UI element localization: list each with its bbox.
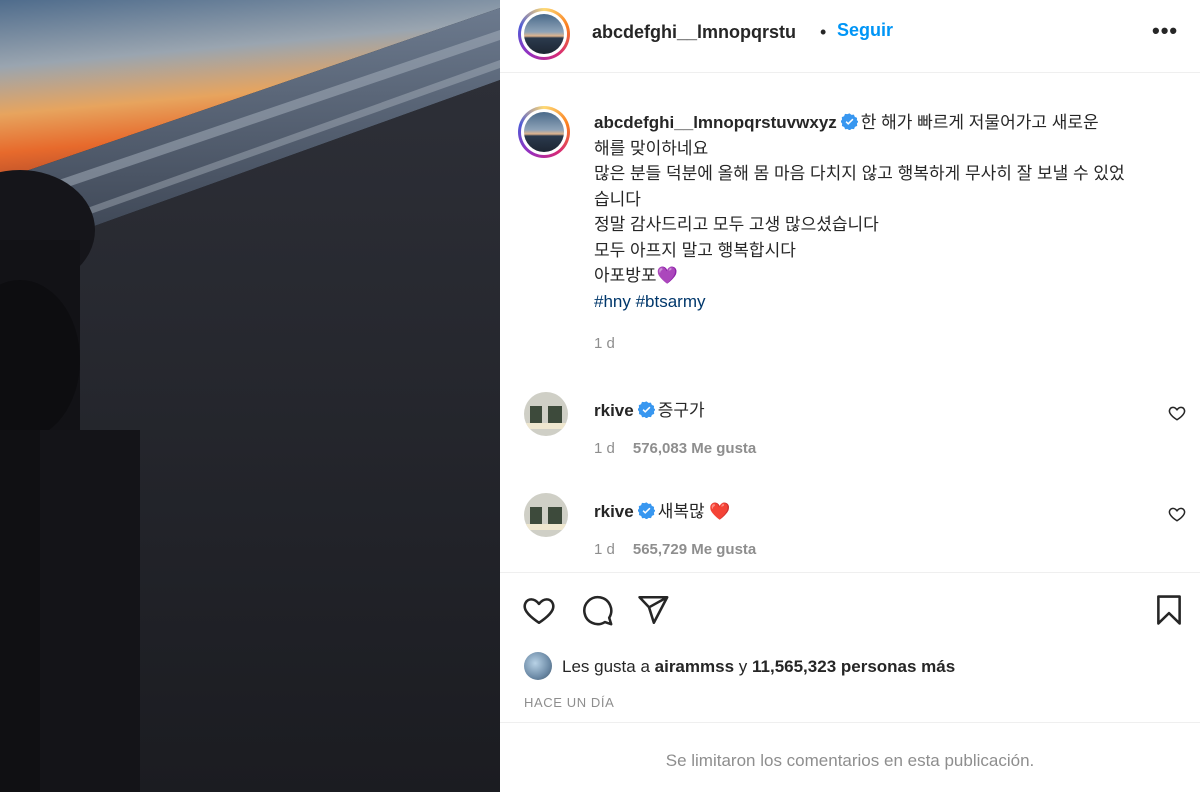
likes-prefix: Les gusta a [562, 657, 650, 676]
caption-line: 아포방포💜 [594, 266, 678, 285]
likes-summary: Les gusta a airammss y 11,565,323 person… [524, 652, 955, 680]
sunset-beach-image [0, 0, 500, 792]
author-avatar[interactable] [518, 8, 570, 60]
caption-avatar[interactable] [518, 106, 570, 158]
caption-line: 정말 감사드리고 모두 고생 많으셨습니다 [594, 215, 879, 234]
more-horizontal-icon[interactable]: ••• [1152, 18, 1178, 44]
follow-button[interactable]: Seguir [837, 20, 893, 41]
bookmark-icon[interactable] [1152, 593, 1186, 627]
comment-timestamp[interactable]: 1 d [594, 541, 615, 558]
heart-icon[interactable] [522, 593, 556, 627]
comment-heart-icon[interactable] [1168, 404, 1186, 422]
verified-badge-icon [637, 502, 655, 519]
caption-line: 한 해가 빠르게 저물어가고 새로운 [860, 113, 1099, 132]
caption-username[interactable]: abcdefghi__lmnopqrstuvwxyz [594, 113, 837, 132]
likes-connector: y [738, 657, 748, 676]
liker-avatar[interactable] [524, 652, 552, 680]
commenter-username[interactable]: rkive [594, 502, 634, 521]
verified-badge-icon [637, 401, 655, 418]
comment-body: rkive 새복많 ❤️ [594, 497, 731, 522]
comment-text: 새복많 ❤️ [657, 502, 731, 521]
send-icon[interactable] [636, 593, 670, 627]
hashtags-link[interactable]: #hny #btsarmy [594, 289, 1189, 315]
commenter-avatar[interactable] [524, 392, 568, 436]
caption-line: 습니다 [594, 189, 641, 209]
author-username[interactable]: abcdefghi__lmnopqrstu [592, 22, 796, 43]
action-bar [500, 572, 1200, 647]
comment-likes[interactable]: 576,083 Me gusta [633, 440, 756, 457]
comment-icon[interactable] [580, 593, 614, 627]
comment-item: rkive 새복많 ❤️ 1 d 565,729 Me gusta [500, 493, 1200, 583]
separator-dot: • [820, 22, 827, 42]
comment-timestamp[interactable]: 1 d [594, 440, 615, 457]
caption-line: 해를 맞이하네요 [594, 138, 709, 158]
caption-line: 많은 분들 덕분에 올해 몸 마음 다치지 않고 행복하게 무사히 잘 보낼 수… [594, 164, 1125, 183]
post-header: abcdefghi__lmnopqrstu • Seguir ••• [500, 0, 1200, 73]
comments-limited-notice: Se limitaron los comentarios en esta pub… [500, 722, 1200, 793]
post-date[interactable]: HACE UN DÍA [524, 695, 614, 710]
comment-item: rkive 증구가 1 d 576,083 Me gusta [500, 392, 1200, 482]
post-photo[interactable] [0, 0, 500, 792]
likes-count[interactable]: 11,565,323 personas más [752, 657, 955, 676]
comment-heart-icon[interactable] [1168, 505, 1186, 523]
comment-meta: 1 d 565,729 Me gusta [594, 541, 756, 558]
comment-text: 증구가 [657, 401, 705, 420]
comment-likes[interactable]: 565,729 Me gusta [633, 541, 756, 558]
post-viewer: abcdefghi__lmnopqrstu • Seguir ••• abcde… [0, 0, 1200, 792]
caption-timestamp[interactable]: 1 d [594, 335, 615, 352]
post-details-panel: abcdefghi__lmnopqrstu • Seguir ••• abcde… [500, 0, 1200, 792]
caption-line: 모두 아프지 말고 행복합시다 [594, 240, 796, 260]
commenter-username[interactable]: rkive [594, 401, 634, 420]
commenter-avatar[interactable] [524, 493, 568, 537]
liker-username[interactable]: airammss [655, 657, 734, 676]
comment-meta: 1 d 576,083 Me gusta [594, 440, 756, 457]
comment-body: rkive 증구가 [594, 396, 705, 421]
caption-text: abcdefghi__lmnopqrstuvwxyz 한 해가 빠르게 저물어가고… [594, 110, 1189, 314]
verified-badge-icon [840, 113, 858, 130]
